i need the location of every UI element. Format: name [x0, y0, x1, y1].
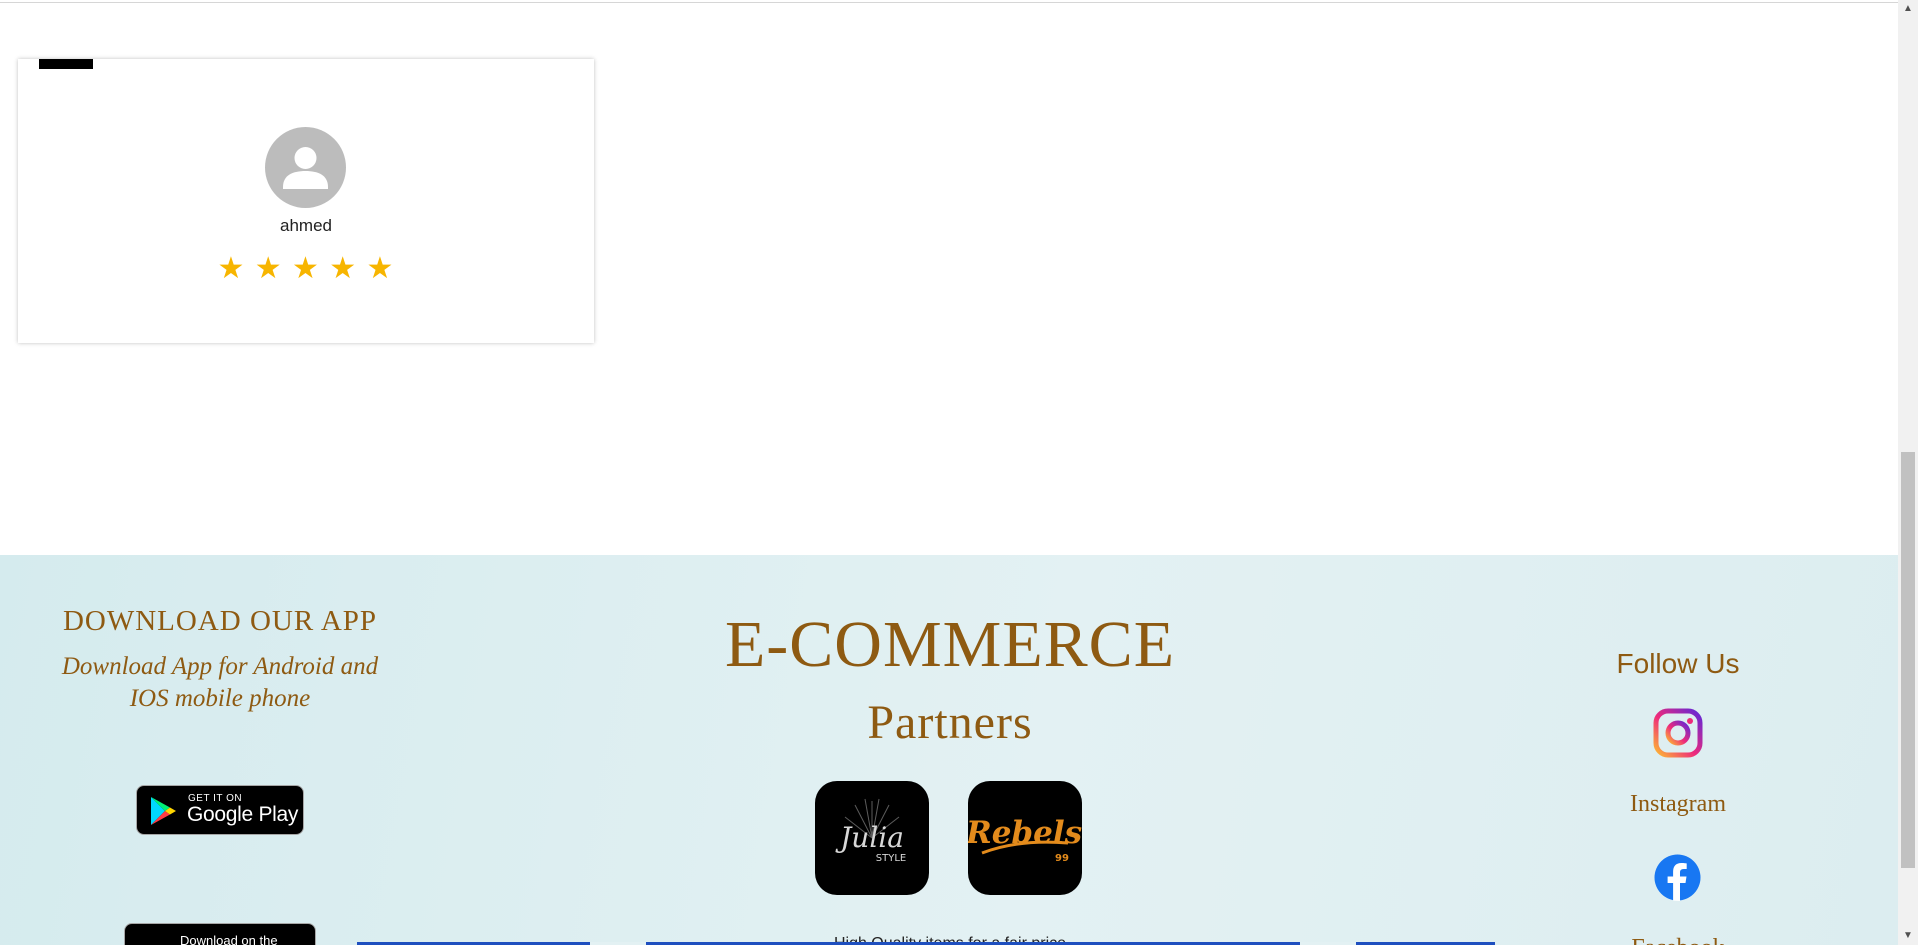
svg-text:STYLE: STYLE — [876, 853, 906, 864]
partner-logo-julia[interactable]: Julia STYLE — [815, 781, 929, 895]
instagram-icon[interactable] — [1653, 708, 1703, 758]
partners-title: Partners — [867, 696, 1033, 749]
svg-text:99: 99 — [1055, 853, 1069, 864]
star-icon: ★ — [217, 252, 246, 285]
google-play-label: Google Play — [187, 803, 299, 826]
julia-logo-icon: Julia STYLE — [835, 798, 906, 864]
google-play-icon — [151, 797, 176, 825]
scroll-down-arrow-icon[interactable]: ▼ — [1898, 927, 1918, 945]
scroll-up-arrow-icon[interactable]: ▲ — [1898, 0, 1918, 18]
page-viewport: ahmed ★ ★ ★ ★ ★ DOWNLOAD OUR APP Downloa… — [0, 0, 1898, 945]
vertical-scrollbar[interactable]: ▲ ▼ — [1898, 0, 1918, 945]
star-icon: ★ — [366, 252, 395, 285]
download-app-subtitle: Download App for Android and IOS mobile … — [61, 653, 379, 712]
instagram-link[interactable]: Instagram — [1578, 791, 1778, 818]
facebook-icon[interactable] — [1654, 854, 1701, 901]
card-tag — [39, 59, 93, 69]
star-rating: ★ ★ ★ ★ ★ — [18, 251, 594, 287]
download-app-title: DOWNLOAD OUR APP — [62, 605, 378, 637]
reviewer-name: ahmed — [280, 216, 332, 235]
avatar — [265, 127, 346, 208]
scrollbar-thumb[interactable] — [1901, 452, 1915, 868]
google-play-button[interactable]: GET IT ON Google Play — [136, 785, 304, 835]
app-store-button[interactable]: Download on the — [124, 923, 316, 945]
top-divider — [0, 2, 1898, 3]
review-card: ahmed ★ ★ ★ ★ ★ — [18, 59, 594, 343]
star-icon: ★ — [292, 252, 320, 285]
svg-text:Julia: Julia — [835, 821, 904, 854]
follow-us-title: Follow Us — [1616, 648, 1740, 679]
facebook-link[interactable]: Facebook — [1578, 935, 1778, 945]
svg-text:Rebels: Rebels — [968, 815, 1082, 851]
rebels-logo-icon: Rebels 99 — [968, 815, 1082, 864]
star-icon: ★ — [329, 252, 358, 285]
partner-logo-rebels[interactable]: Rebels 99 — [968, 781, 1082, 895]
user-icon — [283, 147, 328, 189]
site-footer: DOWNLOAD OUR APP Download App for Androi… — [0, 555, 1898, 945]
app-store-small-label: Download on the — [180, 933, 278, 945]
star-icon: ★ — [254, 252, 283, 285]
brand-title: E-COMMERCE — [724, 608, 1176, 681]
